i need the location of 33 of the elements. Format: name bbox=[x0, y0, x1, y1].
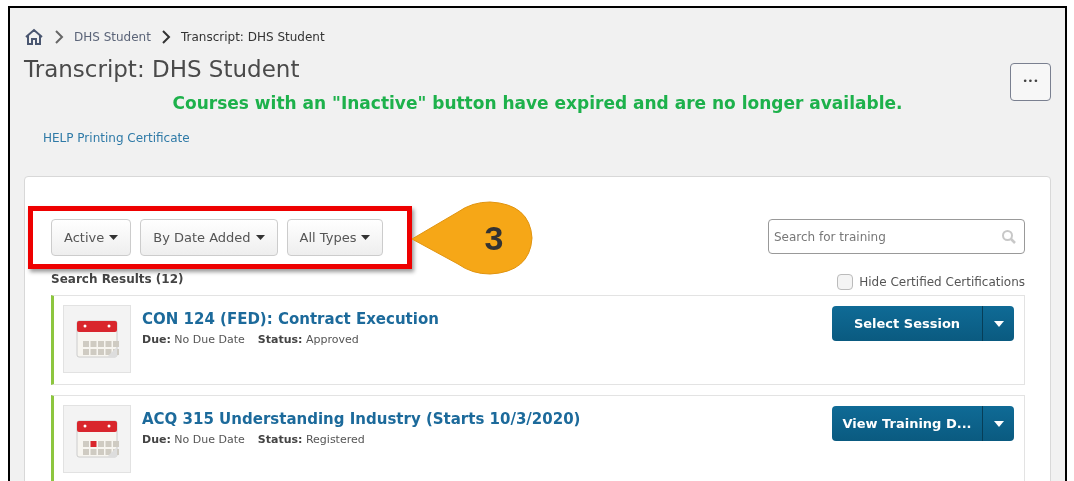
help-link[interactable]: HELP Printing Certificate bbox=[43, 130, 190, 145]
due-date: Due: No Due Date bbox=[142, 431, 245, 448]
course-title[interactable]: ACQ 315 Understanding Industry (Starts 10/3/2020) bbox=[142, 408, 832, 431]
options-button[interactable]: ••• bbox=[1010, 63, 1051, 101]
caret-icon bbox=[993, 420, 1004, 427]
action-button[interactable]: Select Session bbox=[832, 306, 982, 341]
course-status: Status: Approved bbox=[257, 331, 359, 348]
due-date: Due: No Due Date bbox=[142, 331, 245, 348]
action-menu-button[interactable] bbox=[982, 406, 1014, 441]
step-callout: 3 bbox=[411, 201, 533, 275]
course-status: Status: Registered bbox=[257, 431, 365, 448]
caret-icon bbox=[255, 234, 265, 241]
action-menu-button[interactable] bbox=[982, 306, 1014, 341]
hide-certified-checkbox[interactable] bbox=[837, 274, 854, 290]
action-button[interactable]: View Training D... bbox=[832, 406, 982, 441]
caret-icon bbox=[109, 234, 119, 241]
filter-dropdown[interactable]: By Date Added bbox=[140, 219, 278, 256]
expired-notice: Courses with an "Inactive" button have expired and are no longer available. bbox=[172, 92, 903, 115]
search-field[interactable]: Search for training bbox=[768, 219, 1025, 254]
caret-icon bbox=[993, 320, 1004, 327]
filter-dropdown[interactable]: Active bbox=[51, 219, 132, 256]
filter-dropdown[interactable]: All Types bbox=[286, 219, 384, 256]
course-title[interactable]: CON 124 (FED): Contract Execution bbox=[142, 308, 832, 331]
page-title: Transcript: DHS Student bbox=[24, 55, 300, 84]
chevron-icon bbox=[160, 30, 171, 44]
chevron-icon bbox=[54, 30, 64, 44]
caret-icon bbox=[361, 234, 371, 241]
hide-certified-label: Hide Certified Certifications bbox=[859, 274, 1025, 291]
home-icon[interactable] bbox=[24, 28, 44, 46]
calendar-icon bbox=[75, 319, 119, 359]
breadcrumb-link[interactable]: DHS Student bbox=[74, 28, 151, 46]
results-count: Search Results (12) bbox=[51, 271, 184, 288]
search-icon bbox=[1001, 229, 1017, 245]
